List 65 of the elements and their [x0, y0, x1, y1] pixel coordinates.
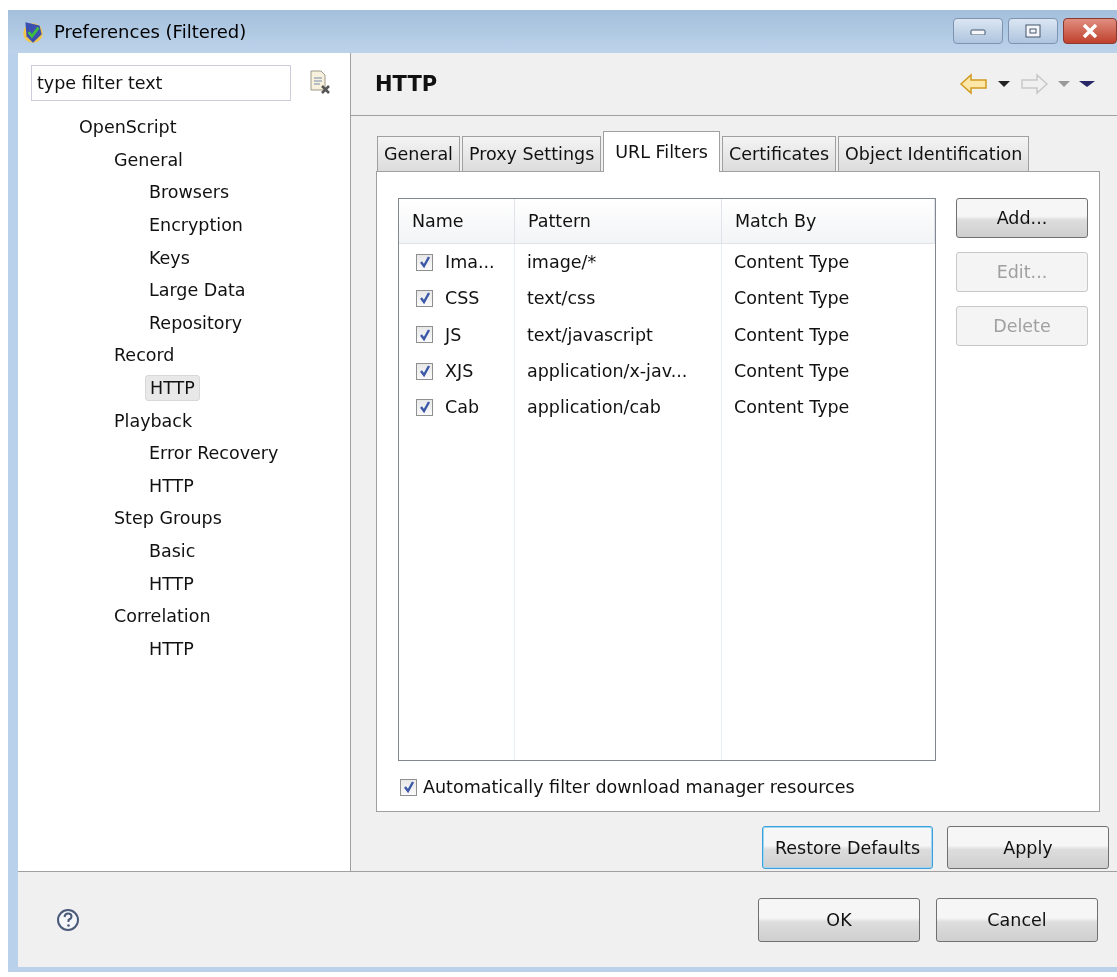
tree-item[interactable]: HTTP: [145, 473, 198, 498]
tree-item[interactable]: General: [110, 147, 187, 172]
table-cell-text: Content Type: [733, 397, 851, 418]
table-cell-text: Content Type: [733, 288, 851, 309]
row-checkbox[interactable]: [416, 289, 433, 307]
tree-item[interactable]: Browsers: [145, 180, 234, 205]
table-cell-text: application/x-jav...: [526, 361, 689, 382]
page-button[interactable]: Restore Defaults: [762, 826, 933, 869]
tab[interactable]: Certificates: [722, 136, 837, 171]
table-cell-text: Content Type: [733, 252, 851, 273]
maximize-button[interactable]: [1008, 18, 1058, 44]
tree-item[interactable]: HTTP: [145, 375, 200, 402]
table-cell: CSS: [445, 288, 480, 309]
column-header[interactable]: Pattern: [515, 199, 722, 243]
auto-filter-checkbox[interactable]: [400, 778, 417, 796]
tree-item[interactable]: HTTP: [145, 636, 198, 661]
filter-field[interactable]: type filter text: [31, 65, 291, 101]
dialog-button[interactable]: OK: [758, 897, 920, 942]
tree-item[interactable]: HTTP: [145, 571, 198, 596]
tree-item[interactable]: OpenScript: [75, 115, 181, 140]
help-icon[interactable]: [56, 907, 80, 932]
table-cell: XJS: [445, 361, 474, 382]
dropdown-icon[interactable]: [998, 80, 1010, 88]
close-button[interactable]: [1063, 18, 1117, 44]
minimize-button[interactable]: [953, 18, 1003, 44]
row-checkbox[interactable]: [416, 398, 433, 416]
table-cell: Ima...: [445, 252, 495, 273]
column-header[interactable]: Name: [399, 199, 515, 243]
window-title: Preferences (Filtered): [54, 21, 247, 42]
tab[interactable]: URL Filters: [603, 131, 720, 172]
table-cell-text: text/javascript: [526, 324, 654, 345]
table-cell-text: Content Type: [733, 324, 851, 345]
table-cell-text: application/cab: [526, 397, 662, 418]
tree-item[interactable]: Playback: [110, 408, 197, 433]
tree-item[interactable]: Large Data: [145, 278, 250, 303]
tree-item[interactable]: Step Groups: [110, 506, 226, 531]
row-checkbox[interactable]: [416, 253, 433, 271]
table-cell-text: Content Type: [733, 361, 851, 382]
tab[interactable]: Proxy Settings: [461, 136, 602, 171]
dialog-button[interactable]: Cancel: [936, 897, 1098, 942]
auto-filter-label: Automatically filter download manager resources: [423, 777, 855, 797]
clear-filter-icon[interactable]: [309, 70, 331, 96]
column-header[interactable]: Match By: [722, 199, 935, 243]
menu-icon[interactable]: [1079, 80, 1095, 88]
page-button[interactable]: Apply: [947, 826, 1109, 869]
tree-item[interactable]: Encryption: [145, 213, 247, 238]
action-button[interactable]: Add...: [956, 198, 1088, 238]
tree-item[interactable]: Error Recovery: [145, 441, 283, 466]
row-checkbox[interactable]: [416, 362, 433, 380]
tab[interactable]: Object Identification: [838, 136, 1030, 171]
tree-item[interactable]: Record: [110, 343, 179, 368]
table-cell: JS: [445, 324, 462, 345]
tree-item[interactable]: Correlation: [110, 604, 215, 629]
tree-item[interactable]: Repository: [145, 310, 247, 335]
maximize-icon: [1024, 24, 1042, 38]
page-title: HTTP: [375, 72, 438, 96]
tab[interactable]: General: [377, 136, 460, 171]
minimize-icon: [969, 27, 987, 35]
tree-item[interactable]: Keys: [145, 245, 194, 270]
table-cell-text: text/css: [526, 288, 597, 309]
close-icon: [1080, 23, 1100, 39]
tree-item[interactable]: Basic: [145, 539, 200, 563]
table-cell: Cab: [445, 397, 480, 418]
row-checkbox[interactable]: [416, 326, 433, 344]
table-cell-text: image/*: [526, 252, 598, 273]
